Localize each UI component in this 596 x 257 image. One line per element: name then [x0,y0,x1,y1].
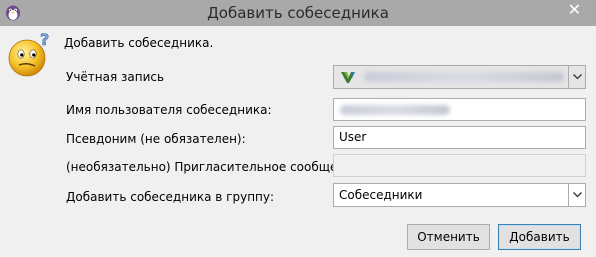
group-combo[interactable]: Собеседники [333,183,586,207]
add-button[interactable]: Добавить [498,224,581,250]
group-combo-arrow[interactable] [568,184,585,206]
username-value-redacted [340,105,450,115]
account-label: Учётная запись [66,70,164,84]
account-combo-arrow[interactable] [568,66,585,88]
chevron-down-icon [573,192,582,198]
svg-text:?: ? [40,30,49,49]
close-icon: ✕ [567,0,582,19]
alias-label-text: Псевдоним (не обязателен): [66,132,246,146]
dialog-body: ? Добавить собеседника. Учётная запись И… [0,26,596,257]
close-button[interactable]: ✕ [553,0,596,22]
invite-message-input [333,154,586,177]
invite-label: (необязательно) Пригласительное сообщени… [66,160,365,174]
account-label-text: Учётная запись [66,70,165,84]
chevron-down-icon [573,74,582,80]
group-label-text: Добавить собеседника в группу: [66,190,275,204]
cancel-button[interactable]: Отменить [407,224,490,250]
dialog-heading: Добавить собеседника. [64,36,214,50]
username-input[interactable] [333,98,586,121]
title-bar: Добавить собеседника ✕ [0,0,596,26]
group-combo-value: Собеседники [339,188,423,202]
account-combo[interactable] [333,65,586,89]
window-title: Добавить собеседника [207,4,389,22]
invite-label-text: (необязательно) Пригласительное сообщени… [66,160,365,174]
alias-input[interactable]: User [333,126,586,149]
account-value-redacted [364,72,564,82]
username-label-text: Имя пользователя собеседника: [66,103,272,117]
vk-logo-icon [341,72,355,83]
username-label: Имя пользователя собеседника: [66,103,272,117]
alias-label: Псевдоним (не обязателен): [66,132,246,146]
group-label: Добавить собеседника в группу: [66,190,274,204]
confused-smiley-icon: ? [8,30,50,77]
